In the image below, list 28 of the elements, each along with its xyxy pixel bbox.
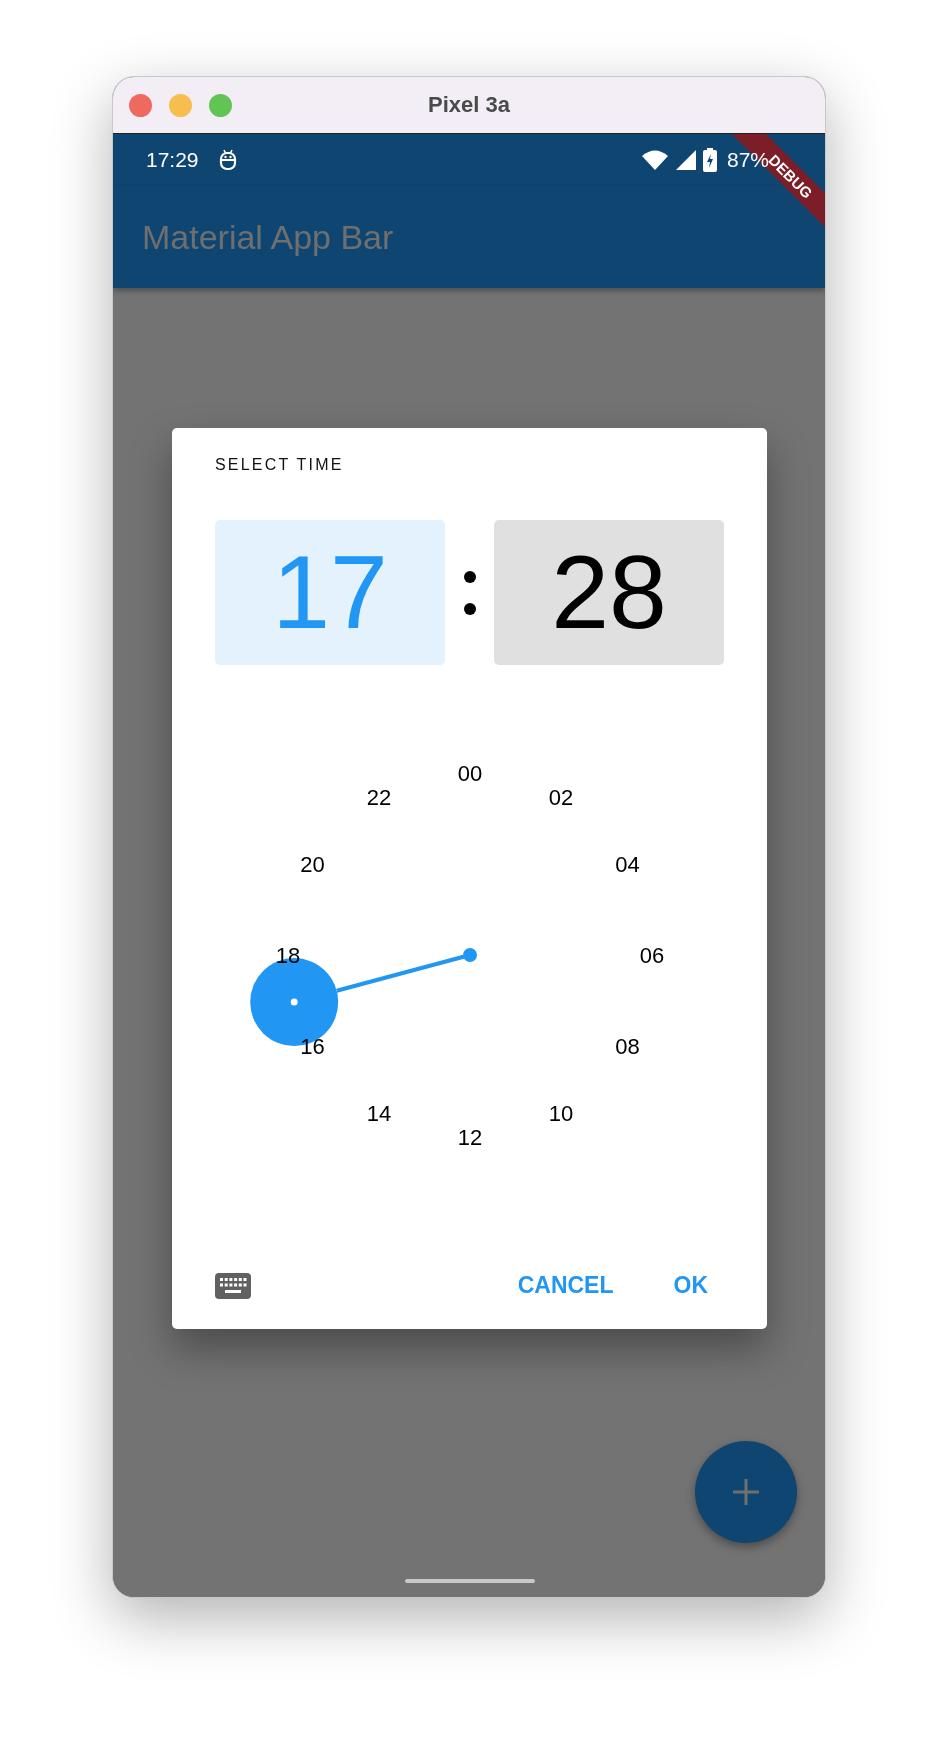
add-button[interactable] xyxy=(695,1441,797,1543)
app-bar-title: Material App Bar xyxy=(142,217,394,257)
signal-icon xyxy=(674,149,697,171)
zoom-button[interactable] xyxy=(209,93,232,117)
dial-number[interactable]: 20 xyxy=(299,852,325,877)
minimize-button[interactable] xyxy=(169,93,192,117)
battery-icon xyxy=(702,148,717,172)
minute-field[interactable]: 28 xyxy=(494,520,724,665)
robot-icon xyxy=(218,149,237,171)
window-title: Pixel 3a xyxy=(428,92,510,118)
dial-number[interactable]: 10 xyxy=(548,1100,573,1126)
dial-number[interactable]: 22 xyxy=(366,785,391,811)
dial-number[interactable]: 16 xyxy=(299,1034,325,1059)
dial-number[interactable]: 12 xyxy=(457,1125,482,1150)
status-time: 17:29 xyxy=(146,148,199,172)
dialog-title: SELECT TIME xyxy=(215,456,344,474)
dial-number[interactable]: 04 xyxy=(614,852,640,877)
dial-number[interactable]: 06 xyxy=(639,943,664,968)
dial-number[interactable]: 14 xyxy=(366,1100,391,1126)
clock-hand[interactable] xyxy=(335,948,477,993)
keyboard-icon[interactable] xyxy=(215,1272,251,1299)
dial-number[interactable]: 08 xyxy=(614,1034,640,1059)
battery-percent: 87% xyxy=(726,148,769,171)
dial-number[interactable]: 00 xyxy=(457,761,482,786)
close-button[interactable] xyxy=(129,93,152,117)
wifi-icon xyxy=(640,149,669,171)
dial-number[interactable]: 02 xyxy=(548,785,573,811)
plus-icon xyxy=(731,1477,761,1507)
